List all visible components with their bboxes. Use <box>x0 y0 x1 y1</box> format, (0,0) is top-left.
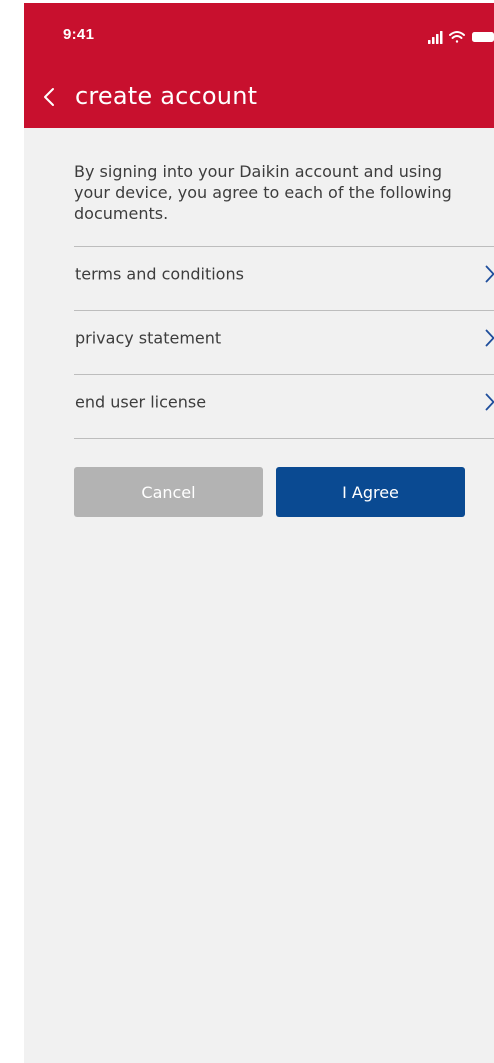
agree-button[interactable]: I Agree <box>276 467 465 517</box>
document-label: privacy statement <box>75 328 222 348</box>
chevron-right-icon <box>485 265 494 283</box>
intro-text: By signing into your Daikin account and … <box>74 162 452 223</box>
document-row-eula[interactable]: end user license <box>74 375 494 438</box>
document-label: end user license <box>75 392 207 412</box>
document-label: terms and conditions <box>75 264 244 284</box>
status-icons <box>428 30 494 44</box>
divider <box>74 438 494 439</box>
battery-icon <box>472 32 494 42</box>
back-button[interactable] <box>42 87 56 107</box>
header-bar: 9:41 create account <box>24 3 494 128</box>
document-row-terms[interactable]: terms and conditions <box>74 247 494 310</box>
cancel-button[interactable]: Cancel <box>74 467 263 517</box>
app-screen: 9:41 create account By signing into your… <box>24 3 494 1063</box>
wifi-icon <box>449 31 465 43</box>
chevron-right-icon <box>485 329 494 347</box>
signal-icon <box>428 31 443 44</box>
chevron-right-icon <box>485 393 494 411</box>
status-time: 9:41 <box>63 26 95 43</box>
status-icons-graphic <box>428 31 494 44</box>
page-title: create account <box>75 82 258 110</box>
document-list: terms and conditions privacy statement e… <box>74 246 494 439</box>
document-row-privacy[interactable]: privacy statement <box>74 311 494 374</box>
chevron-left-icon <box>44 88 54 106</box>
